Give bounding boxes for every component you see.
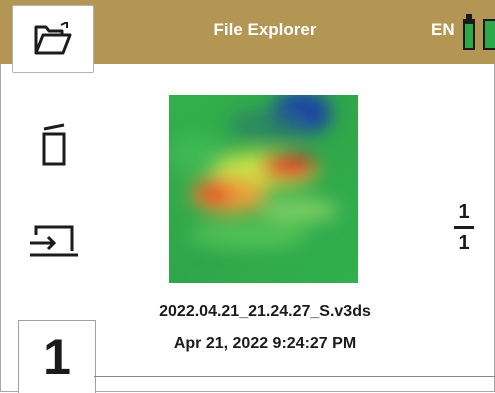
file-datetime: Apr 21, 2022 9:24:27 PM	[173, 335, 357, 352]
delete-button[interactable]	[34, 118, 74, 170]
trash-icon	[42, 123, 66, 166]
file-name: 2022.04.21_21.24.27_S.v3ds	[159, 303, 371, 320]
page-current: 1	[458, 201, 470, 223]
language-indicator[interactable]: EN	[431, 20, 455, 40]
scan-image	[169, 95, 358, 283]
page-total: 1	[458, 232, 470, 254]
folder-open-icon	[34, 22, 72, 55]
battery-icon	[463, 14, 495, 50]
divider	[94, 376, 495, 377]
page-title: File Explorer	[213, 20, 317, 39]
file-index-badge: 1	[18, 320, 96, 393]
export-button[interactable]	[28, 222, 80, 262]
open-folder-button[interactable]	[12, 5, 94, 73]
scan-thumbnail[interactable]	[169, 95, 358, 283]
page-counter: 1 1	[452, 200, 476, 255]
page-divider	[454, 226, 474, 229]
export-to-laptop-icon	[30, 225, 78, 257]
